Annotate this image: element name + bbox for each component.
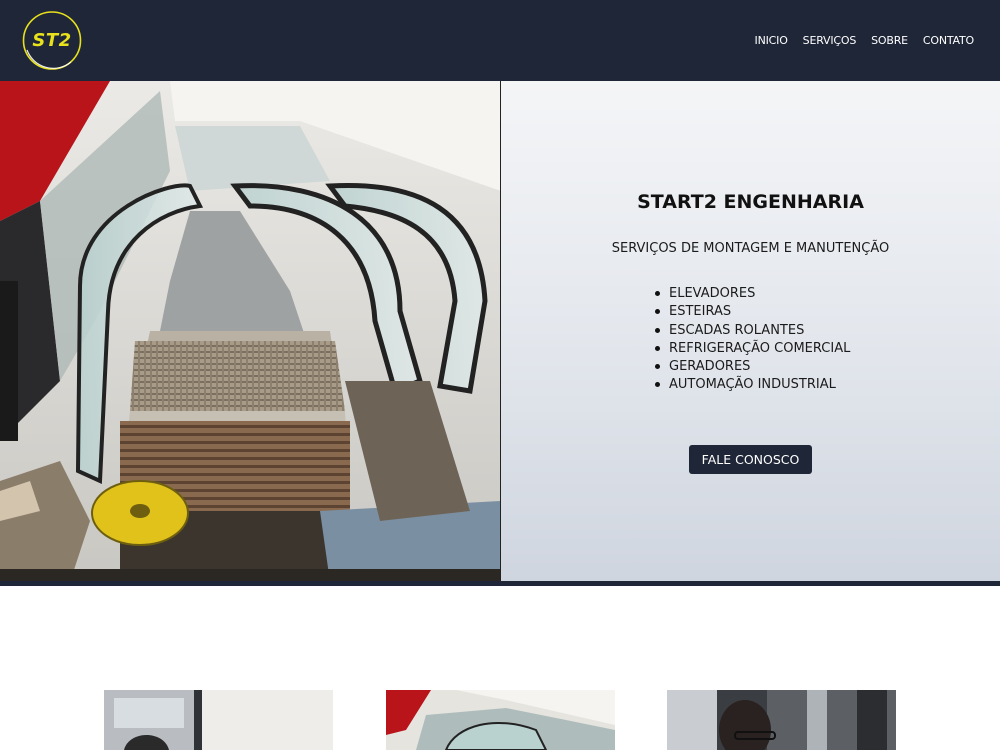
company-subtitle: SERVIÇOS DE MONTAGEM E MANUTENÇÃO	[611, 241, 890, 256]
list-item: REFRIGERAÇÃO COMERCIAL	[655, 340, 850, 358]
list-item: ELEVADORES	[655, 285, 850, 303]
nav-inicio[interactable]: INICIO	[755, 34, 788, 47]
technician-photo-icon	[667, 690, 896, 750]
logo[interactable]: ST2	[21, 10, 83, 71]
services-list: ELEVADORES ESTEIRAS ESCADAS ROLANTES REF…	[655, 285, 850, 395]
contact-us-button[interactable]: FALE CONOSCO	[689, 445, 812, 474]
hero-divider-bar	[0, 581, 1000, 586]
hero-escalator-photo	[0, 81, 501, 582]
service-card-image-3[interactable]	[667, 690, 896, 750]
nav-sobre[interactable]: SOBRE	[871, 34, 908, 47]
list-item: AUTOMAÇÃO INDUSTRIAL	[655, 376, 850, 394]
list-item: GERADORES	[655, 358, 850, 376]
nav-contato[interactable]: CONTATO	[923, 34, 974, 47]
list-item: ESCADAS ROLANTES	[655, 322, 850, 340]
escalator-photo-icon	[0, 81, 500, 582]
site-header: ST2 INICIO SERVIÇOS SOBRE CONTATO	[0, 0, 1000, 81]
hero-info-panel: START2 ENGENHARIA SERVIÇOS DE MONTAGEM E…	[501, 81, 1000, 582]
nav-servicos[interactable]: SERVIÇOS	[803, 34, 857, 47]
company-title: START2 ENGENHARIA	[637, 191, 864, 213]
escalator-photo-icon	[386, 690, 615, 750]
service-card-image-1[interactable]	[104, 690, 333, 750]
main-nav: INICIO SERVIÇOS SOBRE CONTATO	[755, 34, 975, 47]
list-item: ESTEIRAS	[655, 303, 850, 321]
machinery-photo-icon	[104, 690, 333, 750]
service-card-image-2[interactable]	[386, 690, 615, 750]
logo-text: ST2	[32, 30, 72, 51]
